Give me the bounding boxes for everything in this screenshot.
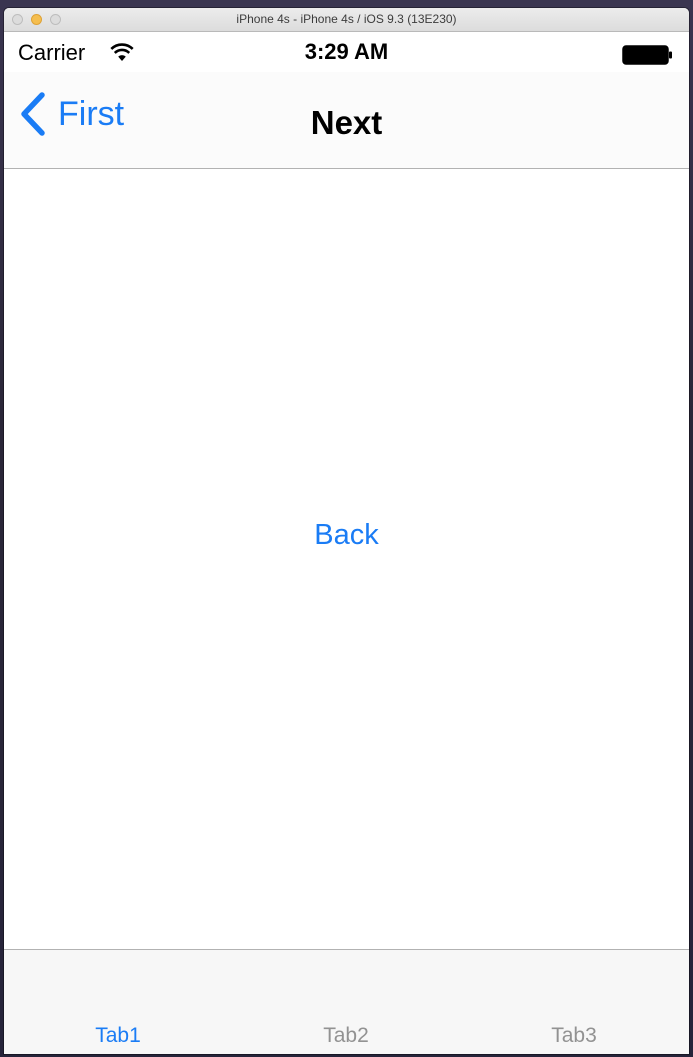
tab-tab1[interactable]: Tab1 (4, 1024, 232, 1048)
simulator-window: iPhone 4s - iPhone 4s / iOS 9.3 (13E230)… (4, 8, 689, 1054)
navigation-bar: First Next (4, 72, 689, 169)
status-bar: Carrier 3:29 AM (4, 32, 689, 72)
tab-bar: Tab1 Tab2 Tab3 (4, 949, 689, 1054)
page-title: Next (310, 104, 383, 141)
window-title: iPhone 4s - iPhone 4s / iOS 9.3 (13E230) (236, 12, 457, 26)
window-title-bar: iPhone 4s - iPhone 4s / iOS 9.3 (13E230) (4, 8, 689, 32)
content-area: Back (4, 169, 689, 950)
tab-tab2[interactable]: Tab2 (232, 1024, 460, 1048)
ios-screen: Carrier 3:29 AM First Next Back Tab1 Tab… (4, 32, 689, 1054)
desktop-background: iPhone 4s - iPhone 4s / iOS 9.3 (13E230)… (0, 0, 693, 1057)
battery-icon (622, 45, 672, 65)
back-button[interactable]: Back (4, 518, 689, 553)
status-time: 3:29 AM (304, 39, 389, 64)
tab-tab3[interactable]: Tab3 (460, 1024, 688, 1048)
